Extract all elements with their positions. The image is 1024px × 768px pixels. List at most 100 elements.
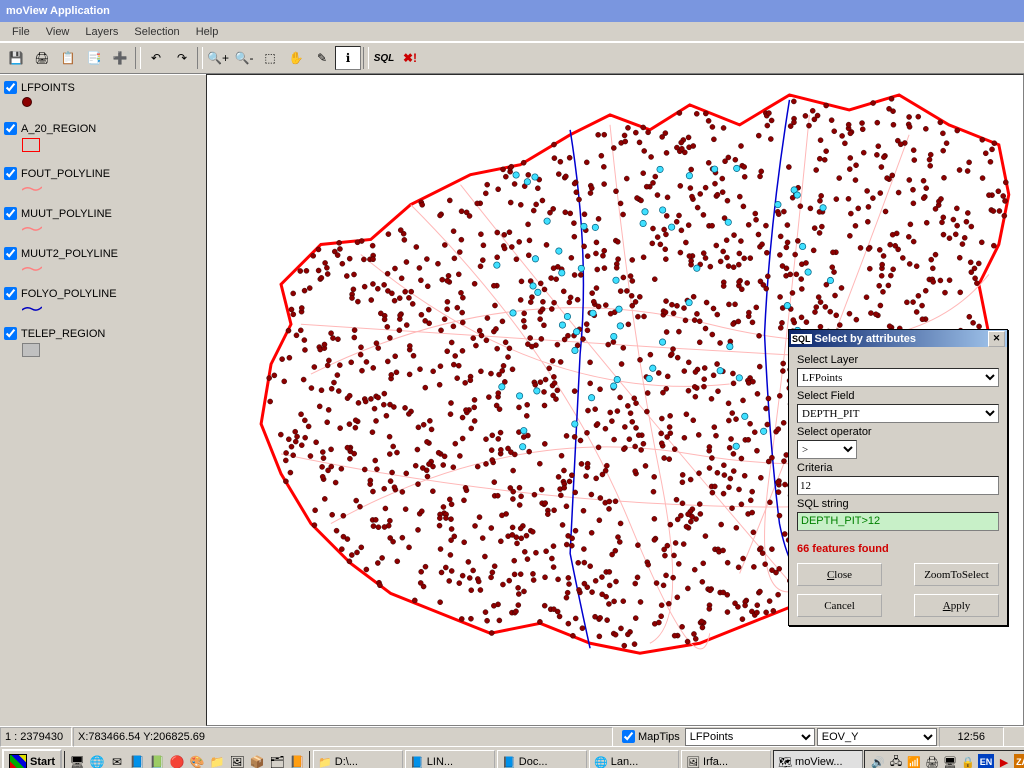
- quick-launch: 🖥 🌐 ✉ 📘 📗 🔴 🎨 📁 🖼 📦 🗂 📙: [67, 751, 307, 768]
- layer-name: FOUT_POLYLINE: [21, 168, 110, 180]
- taskbar-button[interactable]: 📁D:\...: [313, 750, 403, 768]
- copy-icon[interactable]: 📋: [55, 46, 81, 70]
- undo-icon[interactable]: ↶: [143, 46, 169, 70]
- sql-string-label: SQL string: [797, 498, 999, 510]
- layer-swatch-line: [22, 183, 38, 191]
- edit-icon[interactable]: ✎: [309, 46, 335, 70]
- dialog-icon: SQL: [791, 334, 812, 344]
- layer-checkbox[interactable]: [4, 167, 17, 180]
- layer-swatch-line: [22, 223, 38, 231]
- layer-item[interactable]: FOUT_POLYLINE: [4, 167, 202, 195]
- layer-panel: LFPOINTS A_20_REGION FOUT_POLYLINE MUUT_…: [0, 74, 206, 726]
- quicklaunch-icon[interactable]: ✉: [108, 753, 126, 768]
- coords-display: X:783466.54 Y:206825.69: [73, 727, 613, 747]
- quicklaunch-icon[interactable]: 🌐: [88, 753, 106, 768]
- zoom-to-select-button[interactable]: ZoomToSelect: [914, 563, 999, 586]
- layer-swatch-point: [22, 97, 32, 107]
- close-icon[interactable]: ✕: [988, 331, 1005, 347]
- maptips-checkbox[interactable]: [622, 730, 635, 743]
- menu-view[interactable]: View: [38, 24, 78, 40]
- layer-name: LFPOINTS: [21, 82, 75, 94]
- tray-icon[interactable]: 🖥: [942, 754, 958, 768]
- layer-item[interactable]: A_20_REGION: [4, 122, 202, 155]
- quicklaunch-icon[interactable]: 📗: [148, 753, 166, 768]
- layer-item[interactable]: MUUT2_POLYLINE: [4, 247, 202, 275]
- print-icon[interactable]: 🖨: [29, 46, 55, 70]
- tray-icon[interactable]: ZA: [1014, 754, 1024, 768]
- layer-item[interactable]: FOLYO_POLYLINE: [4, 287, 202, 315]
- windows-taskbar: Start 🖥 🌐 ✉ 📘 📗 🔴 🎨 📁 🖼 📦 🗂 📙 📁D:\...📘LI…: [0, 746, 1024, 768]
- menu-file[interactable]: File: [4, 24, 38, 40]
- taskbar-button[interactable]: 🌐Lan...: [589, 750, 679, 768]
- layer-checkbox[interactable]: [4, 207, 17, 220]
- system-tray: 🔊🖧📶🖨🖥🔒EN▶ZA 12:56: [864, 750, 1024, 768]
- taskbar-button[interactable]: 🗺moView...: [773, 750, 863, 768]
- clear-selection-icon[interactable]: ✖!: [397, 46, 423, 70]
- layers-icon[interactable]: 📑: [81, 46, 107, 70]
- tray-icon[interactable]: 📶: [906, 754, 922, 768]
- layer-checkbox[interactable]: [4, 327, 17, 340]
- tray-icon[interactable]: 🔊: [870, 754, 886, 768]
- add-layer-icon[interactable]: ➕: [107, 46, 133, 70]
- taskbar-button[interactable]: 🖼Irfa...: [681, 750, 771, 768]
- quicklaunch-icon[interactable]: 📙: [288, 753, 306, 768]
- layer-item[interactable]: MUUT_POLYLINE: [4, 207, 202, 235]
- layer-item[interactable]: LFPOINTS: [4, 81, 202, 110]
- tray-icon[interactable]: 🔒: [960, 754, 976, 768]
- layer-name: TELEP_REGION: [21, 328, 105, 340]
- toolbar-separator: [135, 47, 141, 69]
- status-bar: 1 : 2379430 X:783466.54 Y:206825.69 MapT…: [0, 726, 1024, 746]
- quicklaunch-icon[interactable]: 🎨: [188, 753, 206, 768]
- quicklaunch-icon[interactable]: 📘: [128, 753, 146, 768]
- apply-button[interactable]: Apply: [914, 594, 999, 617]
- redo-icon[interactable]: ↷: [169, 46, 195, 70]
- quicklaunch-icon[interactable]: 🔴: [168, 753, 186, 768]
- layer-checkbox[interactable]: [4, 247, 17, 260]
- pan-icon[interactable]: ✋: [283, 46, 309, 70]
- select-by-attributes-dialog: SQL Select by attributes ✕ Select Layer …: [788, 329, 1008, 626]
- taskbar-button[interactable]: 📘LIN...: [405, 750, 495, 768]
- tray-icon[interactable]: 🖧: [888, 754, 904, 768]
- quicklaunch-icon[interactable]: 🖥: [68, 753, 86, 768]
- zoom-in-icon[interactable]: 🔍+: [205, 46, 231, 70]
- sql-icon[interactable]: SQL: [371, 46, 397, 70]
- menu-selection[interactable]: Selection: [126, 24, 187, 40]
- quicklaunch-icon[interactable]: 🗂: [268, 753, 286, 768]
- layer-swatch-line: [22, 263, 38, 271]
- select-layer-label: Select Layer: [797, 354, 999, 366]
- tray-icon[interactable]: ▶: [996, 754, 1012, 768]
- select-layer-dropdown[interactable]: LFPoints: [797, 368, 999, 387]
- layer-checkbox[interactable]: [4, 287, 17, 300]
- menu-layers[interactable]: Layers: [77, 24, 126, 40]
- layer-checkbox[interactable]: [4, 81, 17, 94]
- layer-name: A_20_REGION: [21, 123, 96, 135]
- layer-checkbox[interactable]: [4, 122, 17, 135]
- quicklaunch-icon[interactable]: 🖼: [228, 753, 246, 768]
- select-operator-label: Select operator: [797, 426, 999, 438]
- tray-icon[interactable]: EN: [978, 754, 994, 768]
- tray-icon[interactable]: 🖨: [924, 754, 940, 768]
- criteria-input[interactable]: [797, 476, 999, 495]
- maptips-field-dropdown[interactable]: EOV_Y: [817, 728, 937, 746]
- layer-swatch-region: [22, 138, 40, 152]
- quicklaunch-icon[interactable]: 📦: [248, 753, 266, 768]
- app-title: moView Application: [6, 5, 110, 17]
- dialog-titlebar[interactable]: SQL Select by attributes ✕: [789, 330, 1007, 347]
- menu-bar: File View Layers Selection Help: [0, 22, 1024, 42]
- close-button[interactable]: Close: [797, 563, 882, 586]
- taskbar-button[interactable]: 📘Doc...: [497, 750, 587, 768]
- start-button[interactable]: Start: [2, 749, 62, 768]
- select-field-dropdown[interactable]: DEPTH_PIT: [797, 404, 999, 423]
- identify-icon[interactable]: ℹ: [335, 46, 361, 70]
- zoom-out-icon[interactable]: 🔍-: [231, 46, 257, 70]
- select-operator-dropdown[interactable]: >: [797, 440, 857, 459]
- zoom-area-icon[interactable]: ⬚: [257, 46, 283, 70]
- layer-swatch-line: [22, 303, 38, 311]
- quicklaunch-icon[interactable]: 📁: [208, 753, 226, 768]
- cancel-button[interactable]: Cancel: [797, 594, 882, 617]
- maptips-layer-dropdown[interactable]: LFPoints: [685, 728, 815, 746]
- blank-button[interactable]: [423, 46, 449, 70]
- save-icon[interactable]: 💾: [3, 46, 29, 70]
- menu-help[interactable]: Help: [188, 24, 227, 40]
- layer-item[interactable]: TELEP_REGION: [4, 327, 202, 360]
